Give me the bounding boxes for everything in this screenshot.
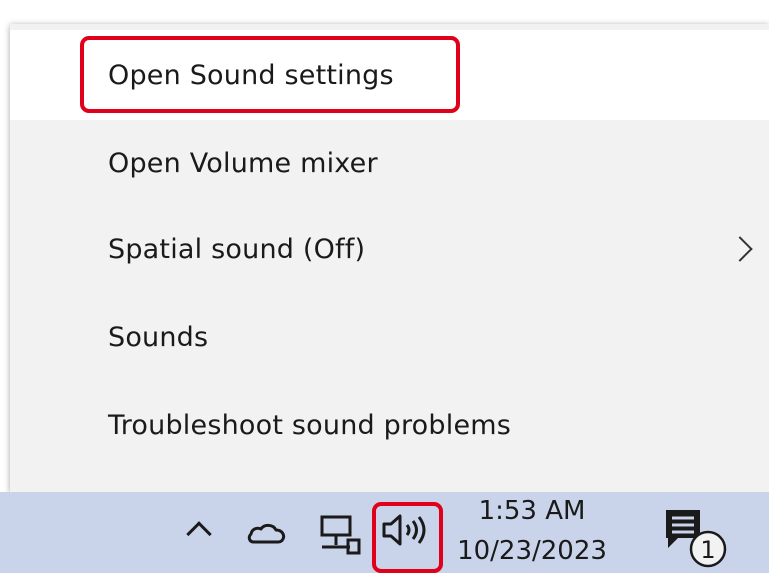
menu-item-spatial-sound[interactable]: Spatial sound (Off) [10,206,769,292]
menu-item-open-sound-settings[interactable]: Open Sound settings [10,30,769,120]
sound-context-menu: Open Sound settings Open Volume mixer Sp… [10,24,769,492]
menu-item-troubleshoot-sound[interactable]: Troubleshoot sound problems [10,382,769,468]
network-icon[interactable] [318,514,362,556]
clock-date: 10/23/2023 [457,536,607,566]
notification-icon[interactable]: 1 [664,508,736,570]
menu-item-open-volume-mixer[interactable]: Open Volume mixer [10,120,769,206]
menu-item-sounds[interactable]: Sounds [10,294,769,380]
menu-item-label: Troubleshoot sound problems [108,409,512,441]
screen: Open Sound settings Open Volume mixer Sp… [0,0,769,573]
clock-time: 1:53 AM [478,496,586,526]
chevron-right-icon [727,236,753,262]
taskbar-clock[interactable]: 1:53 AM 10/23/2023 [452,494,612,573]
notification-count: 1 [700,536,715,564]
menu-item-label: Open Volume mixer [108,147,378,179]
volume-icon[interactable] [380,510,436,550]
menu-item-label: Spatial sound (Off) [108,233,366,265]
cloud-icon[interactable] [246,521,286,545]
menu-item-label: Open Sound settings [108,59,394,91]
menu-item-label: Sounds [108,321,209,353]
